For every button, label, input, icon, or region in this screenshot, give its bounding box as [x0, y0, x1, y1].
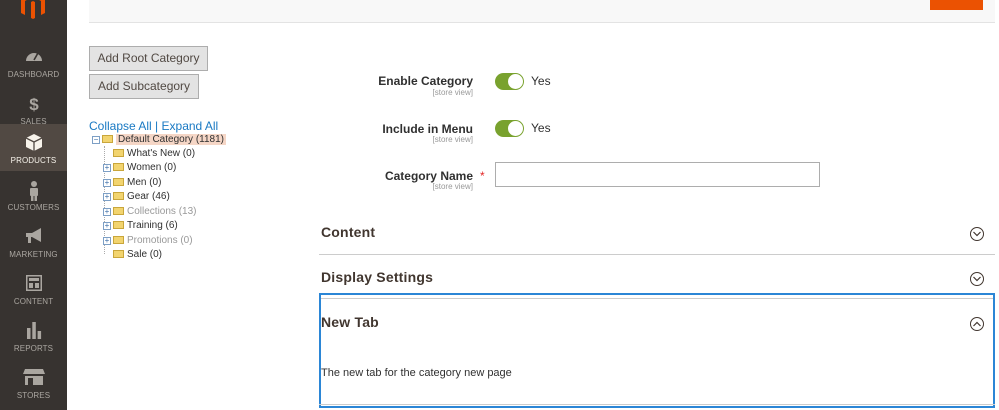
tree-node-training[interactable]: + Training (6)	[103, 219, 178, 232]
megaphone-icon	[0, 228, 67, 246]
magento-logo-icon	[21, 0, 45, 19]
dollar-icon: $	[0, 95, 67, 113]
folder-icon	[113, 207, 124, 215]
nav-marketing[interactable]: MARKETING	[0, 218, 67, 265]
expand-icon[interactable]: +	[103, 193, 111, 201]
toggle-value: Yes	[531, 74, 551, 88]
page-actions-panel	[89, 0, 995, 22]
tree-node-label: Training (6)	[127, 220, 178, 231]
expand-icon[interactable]: +	[103, 237, 111, 245]
tree-node-women[interactable]: + Women (0)	[103, 161, 176, 174]
new-tab-section	[319, 293, 995, 408]
tree-controls: Collapse All | Expand All	[89, 119, 218, 133]
tree-node-whats-new[interactable]: What's New (0)	[113, 147, 195, 160]
tree-node-gear[interactable]: + Gear (46)	[103, 190, 170, 203]
folder-icon	[113, 178, 124, 186]
nav-products[interactable]: PRODUCTS	[0, 124, 67, 171]
tree-node-label: Collections (13)	[127, 206, 197, 217]
tree-node-label: Men (0)	[127, 177, 162, 188]
separator: |	[155, 119, 159, 133]
scope-label: [store view]	[432, 135, 473, 144]
save-button[interactable]	[930, 0, 983, 10]
expand-icon[interactable]: +	[103, 222, 111, 230]
chevron-up-icon[interactable]	[970, 317, 984, 331]
section-divider	[319, 404, 995, 405]
bar-chart-icon	[0, 322, 67, 340]
expand-all-link[interactable]: Expand All	[162, 119, 219, 133]
section-divider	[319, 254, 995, 255]
nav-label: CUSTOMERS	[7, 203, 60, 212]
include-in-menu-label: Include in Menu	[382, 122, 473, 136]
collapse-icon[interactable]: −	[92, 136, 100, 144]
nav-dashboard[interactable]: DASHBOARD	[0, 38, 67, 85]
category-name-label: Category Name	[384, 169, 473, 183]
admin-sidebar: DASHBOARD $ SALES PRODUCTS CUSTOMERS MAR…	[0, 0, 67, 410]
folder-icon	[113, 221, 124, 229]
enable-category-label: Enable Category	[378, 74, 473, 88]
expand-icon[interactable]: +	[103, 179, 111, 187]
expand-icon[interactable]: +	[103, 164, 111, 172]
divider	[89, 22, 995, 23]
tree-node-label: Promotions (0)	[127, 235, 193, 246]
new-tab-content-text: The new tab for the category new page	[321, 367, 512, 379]
tree-node-men[interactable]: + Men (0)	[103, 176, 161, 189]
layout-icon	[0, 275, 67, 293]
add-subcategory-button[interactable]: Add Subcategory	[89, 74, 199, 99]
nav-content[interactable]: CONTENT	[0, 265, 67, 312]
nav-label: PRODUCTS	[10, 156, 57, 165]
collapse-all-link[interactable]: Collapse All	[89, 119, 152, 133]
magento-logo[interactable]	[0, 0, 67, 30]
nav-label: CONTENT	[13, 297, 54, 306]
folder-icon	[113, 149, 124, 157]
nav-label: STORES	[16, 391, 51, 400]
tree-node-label: Gear (46)	[127, 191, 170, 202]
add-root-category-button[interactable]: Add Root Category	[89, 46, 208, 71]
tree-node-sale[interactable]: Sale (0)	[113, 248, 162, 261]
folder-icon	[113, 192, 124, 200]
tree-node-collections[interactable]: + Collections (13)	[103, 205, 196, 218]
box-icon	[0, 134, 67, 152]
enable-category-toggle[interactable]	[495, 73, 524, 90]
chevron-down-icon[interactable]	[970, 227, 984, 241]
person-icon	[0, 181, 67, 201]
scope-label: [store view]	[432, 182, 473, 191]
nav-reports[interactable]: REPORTS	[0, 312, 67, 359]
tree-node-root[interactable]: − Default Category (1181)	[92, 133, 226, 146]
section-content-title[interactable]: Content	[321, 224, 375, 240]
tree-node-label: Women (0)	[127, 162, 177, 173]
dashboard-icon	[0, 48, 67, 66]
folder-icon	[102, 135, 113, 143]
include-in-menu-toggle[interactable]	[495, 120, 524, 137]
svg-text:$: $	[29, 95, 39, 113]
toggle-value: Yes	[531, 121, 551, 135]
tree-node-promotions[interactable]: + Promotions (0)	[103, 234, 193, 247]
expand-icon[interactable]: +	[103, 208, 111, 216]
folder-icon	[113, 236, 124, 244]
category-name-input[interactable]	[495, 162, 820, 187]
nav-stores[interactable]: STORES	[0, 359, 67, 406]
tree-node-label: Sale (0)	[127, 249, 163, 260]
storefront-icon	[0, 369, 67, 387]
nav-customers[interactable]: CUSTOMERS	[0, 171, 67, 218]
required-marker: *	[480, 169, 485, 183]
tree-node-label: What's New (0)	[127, 148, 196, 159]
section-display-settings-title[interactable]: Display Settings	[321, 269, 433, 285]
nav-label: REPORTS	[13, 344, 54, 353]
nav-label: DASHBOARD	[7, 70, 60, 79]
scope-label: [store view]	[432, 88, 473, 97]
folder-icon	[113, 163, 124, 171]
folder-icon	[113, 250, 124, 258]
chevron-down-icon[interactable]	[970, 272, 984, 286]
tree-node-label: Default Category (1181)	[116, 134, 226, 145]
nav-label: MARKETING	[9, 250, 58, 259]
section-new-tab-title[interactable]: New Tab	[321, 314, 379, 330]
